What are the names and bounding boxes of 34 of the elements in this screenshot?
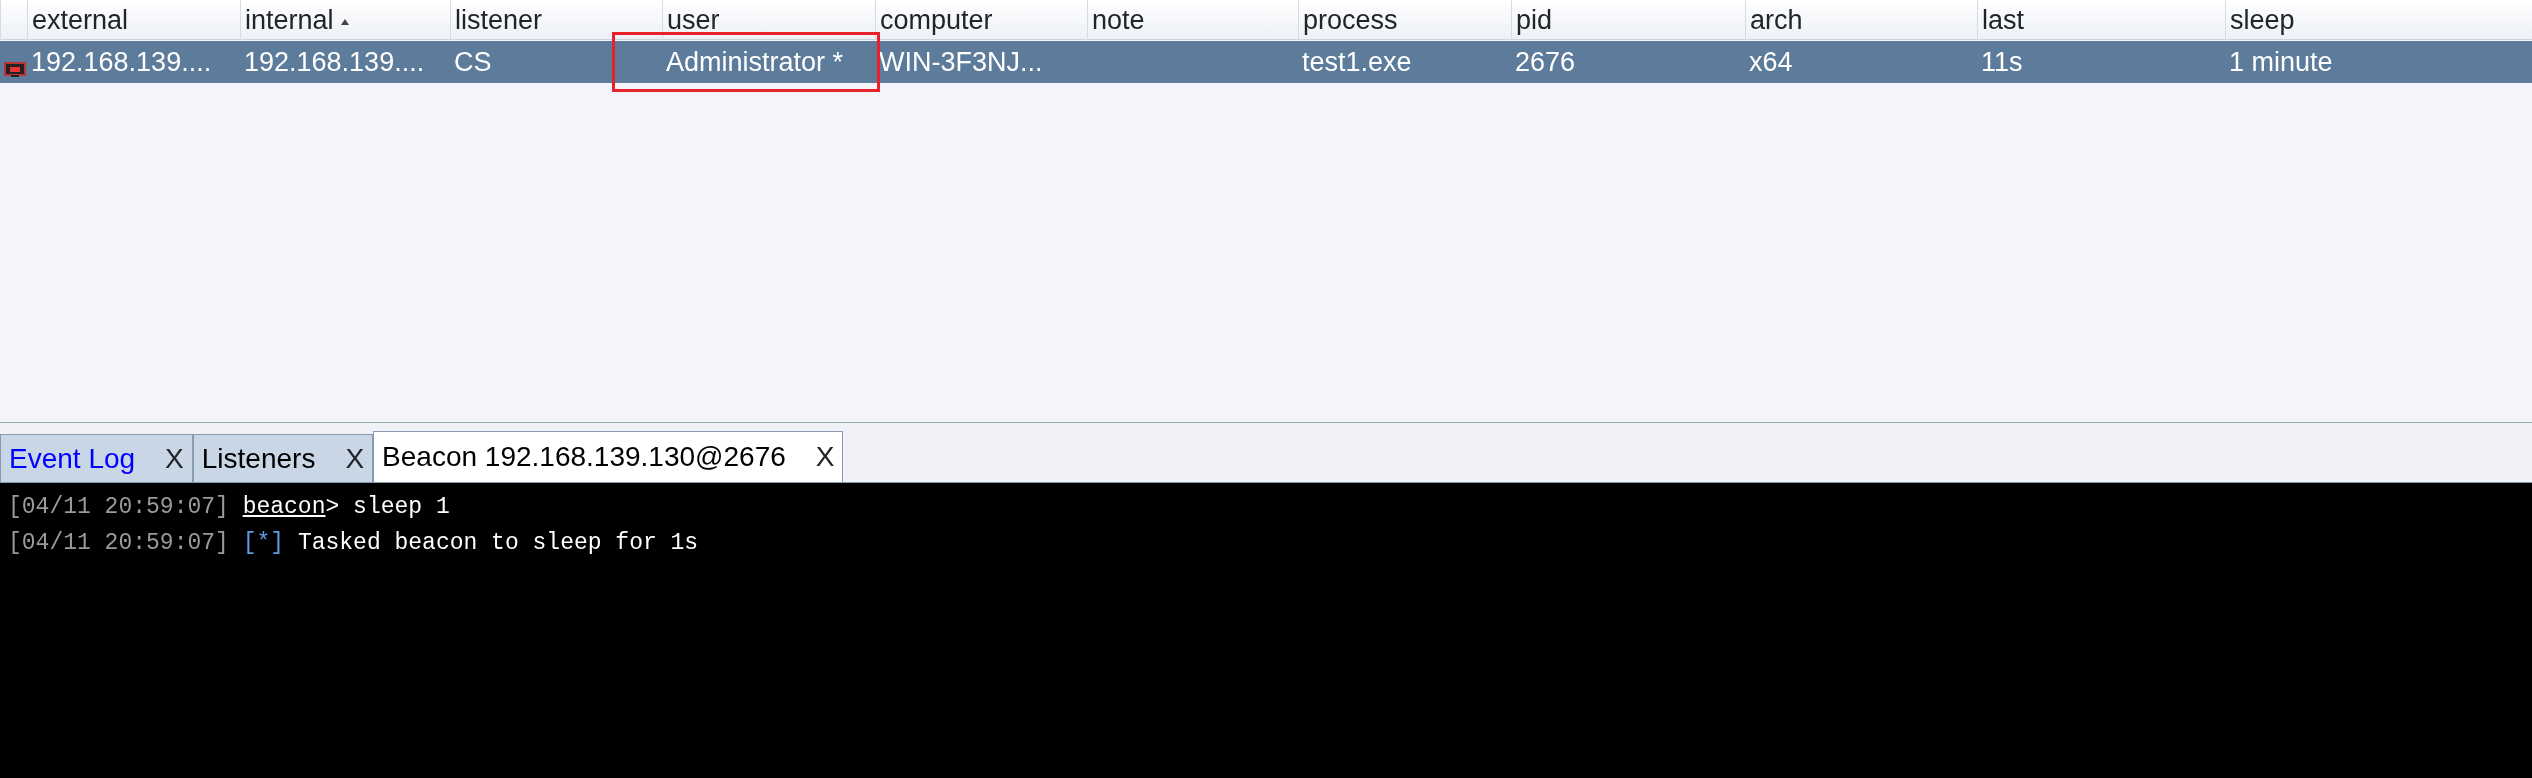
column-header[interactable]: external: [32, 5, 129, 35]
column-header[interactable]: pid: [1516, 5, 1553, 35]
close-button[interactable]: X: [815, 436, 835, 478]
tab-label: Event Log: [9, 441, 136, 476]
console-line: [04/11 20:59:07] beacon> sleep 1: [8, 493, 451, 522]
table-cell: WIN-3F3NJ...: [879, 47, 1043, 77]
column-header[interactable]: note: [1092, 5, 1145, 35]
tab-label: Listeners: [201, 441, 316, 476]
column-header[interactable]: listener: [455, 5, 543, 35]
console-line: [04/11 20:59:07] [*] Tasked beacon to sleep for 1s: [8, 529, 700, 558]
close-button[interactable]: X: [345, 437, 365, 480]
column-header[interactable]: process: [1303, 5, 1398, 35]
tab-label: Beacon 192.168.139.130@2676: [382, 440, 786, 474]
column-header[interactable]: sleep: [2230, 5, 2295, 35]
table-cell: 192.168.139....: [244, 47, 425, 77]
table-cell: test1.exe: [1302, 47, 1412, 77]
column-header[interactable]: user: [667, 5, 720, 35]
column-header[interactable]: computer: [880, 5, 993, 35]
table-cell: 192.168.139....: [31, 47, 212, 77]
column-header[interactable]: arch: [1750, 5, 1803, 35]
column-header[interactable]: last: [1982, 5, 2025, 35]
table-cell: CS: [454, 47, 492, 77]
table-cell: x64: [1749, 47, 1793, 77]
tab[interactable]: Beacon 192.168.139.130@2676 X: [373, 431, 844, 482]
table-row[interactable]: 192.168.139.... 192.168.139.... CS Administrator * WIN-3F3NJ... test1.exe 2676 x64 11s 1 minute: [0, 41, 2532, 83]
column-header[interactable]: internal: [245, 5, 334, 35]
table-cell: 2676: [1515, 47, 1576, 77]
tab[interactable]: Event Log X: [0, 434, 193, 482]
table-cell: 1 minute: [2229, 47, 2333, 77]
table-cell: 11s: [1981, 47, 2023, 77]
computer-icon: [4, 62, 26, 79]
tab[interactable]: Listeners X: [192, 434, 374, 482]
table-cell: Administrator *: [666, 47, 844, 77]
close-button[interactable]: X: [165, 437, 184, 480]
